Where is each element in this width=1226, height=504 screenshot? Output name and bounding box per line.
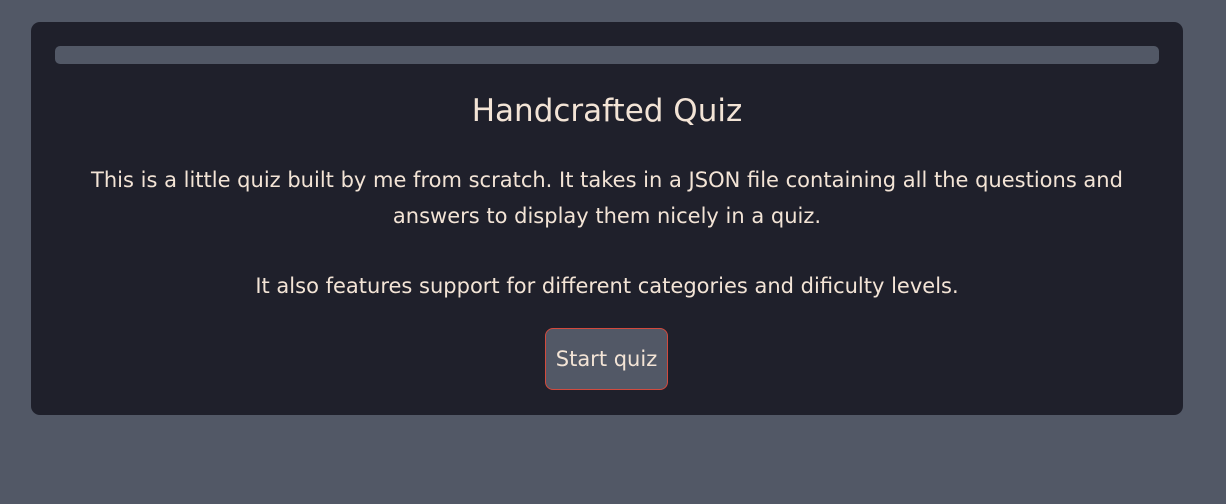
quiz-title: Handcrafted Quiz: [471, 93, 743, 129]
quiz-card: Handcrafted Quiz This is a little quiz b…: [31, 22, 1183, 415]
quiz-description: This is a little quiz built by me from s…: [91, 168, 1123, 228]
quiz-description-extra: It also features support for different c…: [255, 274, 959, 298]
start-quiz-button[interactable]: Start quiz: [545, 328, 668, 390]
progress-bar: [55, 46, 1159, 64]
